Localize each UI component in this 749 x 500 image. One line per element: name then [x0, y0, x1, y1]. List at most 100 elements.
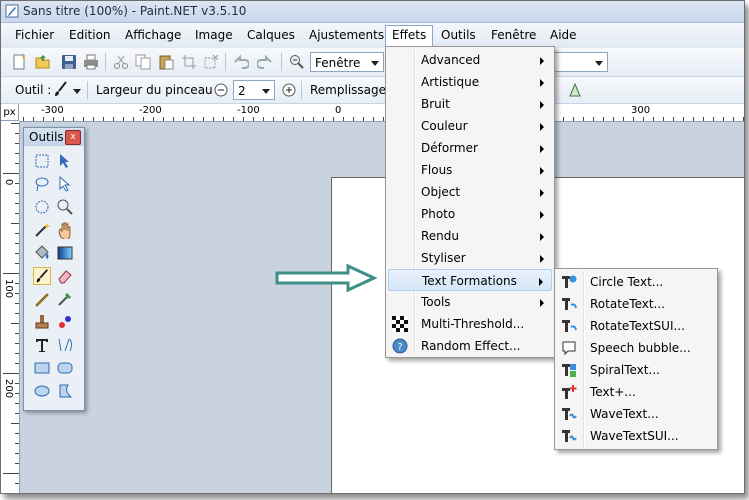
copy-icon[interactable] [135, 54, 151, 70]
ruler-tick [213, 117, 214, 121]
effects-menu-item-artistique[interactable]: Artistique [388, 71, 552, 93]
save-icon[interactable] [61, 54, 77, 70]
text-formations-item-circle-text[interactable]: Circle Text... [557, 271, 715, 293]
menu-image[interactable]: Image [189, 26, 239, 44]
rectangle-select-icon[interactable] [33, 152, 51, 170]
recolor-icon[interactable] [56, 313, 74, 331]
menu-aide[interactable]: Aide [544, 26, 583, 44]
effects-menu-item-multi-threshold[interactable]: Multi-Threshold... [388, 313, 552, 335]
ellipse-select-icon[interactable] [33, 198, 51, 216]
effects-menu-item-object[interactable]: Object [388, 181, 552, 203]
effects-menu-item-text-formations[interactable]: Text Formations [388, 269, 552, 291]
color-picker-icon[interactable] [56, 290, 74, 308]
ruler-tick [15, 363, 19, 364]
antialias-icon[interactable] [567, 82, 583, 98]
chevron-down-icon [262, 89, 270, 94]
submenu-arrow-icon [540, 299, 544, 307]
effects-menu-item-flous[interactable]: Flous [388, 159, 552, 181]
menu-calques[interactable]: Calques [241, 26, 301, 44]
menu-affichage[interactable]: Affichage [119, 26, 187, 44]
freeform-shape-icon[interactable] [56, 382, 74, 400]
effects-menu-item-tools[interactable]: Tools [388, 291, 552, 313]
effects-menu-item-random-effect[interactable]: ? Random Effect... [388, 335, 552, 357]
text-formations-item-spiraltext[interactable]: SpiralText... [557, 359, 715, 381]
tools-window-header[interactable]: Outils x [24, 128, 84, 146]
deselect-icon[interactable] [203, 54, 219, 70]
paint-bucket-icon[interactable] [33, 244, 51, 262]
menu-fichier[interactable]: Fichier [9, 26, 60, 44]
lasso-select-icon[interactable] [33, 175, 51, 193]
ruler-tick [11, 323, 19, 324]
paste-icon[interactable] [158, 54, 174, 70]
print-icon[interactable] [83, 54, 99, 70]
move-selection-icon[interactable] [56, 175, 74, 193]
text-formations-item-rotatetextsui[interactable]: RotateTextSUI... [557, 315, 715, 337]
brush-width-combo[interactable]: 2 [233, 80, 275, 100]
ruler-tick [223, 117, 224, 121]
zoom-combo-value: Fenêtre [315, 56, 361, 70]
ellipse-icon[interactable] [33, 382, 51, 400]
text-formations-item-speech-bubble[interactable]: Speech bubble... [557, 337, 715, 359]
magic-wand-icon[interactable] [33, 221, 51, 239]
text-formations-item-wavetext[interactable]: WaveText... [557, 403, 715, 425]
menu-outils[interactable]: Outils [435, 26, 482, 44]
zoom-combo[interactable]: Fenêtre [310, 52, 384, 72]
ruler-tick [143, 117, 144, 121]
pointer-arrow-icon [275, 263, 378, 293]
redo-icon[interactable] [257, 54, 273, 70]
text-formations-item-text[interactable]: Text+... [557, 381, 715, 403]
close-icon[interactable]: x [65, 130, 81, 145]
menu-edition[interactable]: Edition [63, 26, 117, 44]
window-title: Sans titre (100%) - Paint.NET v3.5.10 [23, 4, 247, 18]
open-icon[interactable] [35, 54, 51, 70]
pan-hand-icon[interactable] [56, 221, 74, 239]
menu-item-label: Circle Text... [590, 275, 664, 289]
vertical-ruler: 0 100 200 [1, 121, 20, 493]
eraser-icon[interactable] [56, 267, 74, 285]
zoom-icon[interactable] [289, 54, 305, 70]
clone-stamp-icon[interactable] [33, 313, 51, 331]
menu-fenetre[interactable]: Fenêtre [485, 26, 542, 44]
rounded-rectangle-icon[interactable] [56, 359, 74, 377]
effects-menu-item-deformer[interactable]: Déformer [388, 137, 552, 159]
move-selected-icon[interactable] [56, 152, 74, 170]
zoom-tool-icon[interactable] [56, 198, 74, 216]
ruler-tick [723, 117, 724, 121]
ruler-tick [643, 117, 644, 121]
ruler-tick [15, 203, 19, 204]
ruler-tick [673, 117, 674, 121]
chevron-down-icon[interactable] [73, 89, 81, 94]
pencil-icon[interactable] [33, 290, 51, 308]
effects-menu-item-rendu[interactable]: Rendu [388, 225, 552, 247]
increase-icon[interactable] [281, 82, 297, 98]
text-formations-item-rotatetext[interactable]: RotateText... [557, 293, 715, 315]
effects-menu-item-styliser[interactable]: Styliser [388, 247, 552, 269]
cut-icon[interactable] [113, 54, 129, 70]
menu-ajustements[interactable]: Ajustements [303, 26, 390, 44]
decrease-icon[interactable] [213, 82, 229, 98]
effects-menu-item-bruit[interactable]: Bruit [388, 93, 552, 115]
rectangle-icon[interactable] [33, 359, 51, 377]
ruler-tick [33, 117, 34, 121]
effects-menu-item-couleur[interactable]: Couleur [388, 115, 552, 137]
paintbrush-icon[interactable] [53, 81, 69, 97]
gradient-icon[interactable] [56, 244, 74, 262]
menu-effets[interactable]: Effets [385, 25, 434, 47]
ruler-tick [383, 117, 384, 121]
menu-item-label: Styliser [421, 251, 466, 265]
menu-item-label: Couleur [421, 119, 468, 133]
new-image-icon[interactable] [11, 54, 27, 70]
ruler-tick [173, 117, 174, 121]
paintbrush-tool-button[interactable] [33, 267, 51, 285]
ruler-tick [15, 153, 19, 154]
crop-to-selection-icon[interactable] [181, 54, 197, 70]
text-formations-item-wavetextsui[interactable]: WaveTextSUI... [557, 425, 715, 447]
secondary-combo[interactable] [554, 52, 608, 72]
text-tool-icon[interactable] [33, 336, 51, 354]
undo-icon[interactable] [233, 54, 249, 70]
effects-menu-item-advanced[interactable]: Advanced [388, 49, 552, 71]
ruler-tick [633, 117, 634, 121]
effects-menu-item-photo[interactable]: Photo [388, 203, 552, 225]
menu-item-label: SpiralText... [590, 363, 660, 377]
line-curve-icon[interactable] [56, 336, 74, 354]
